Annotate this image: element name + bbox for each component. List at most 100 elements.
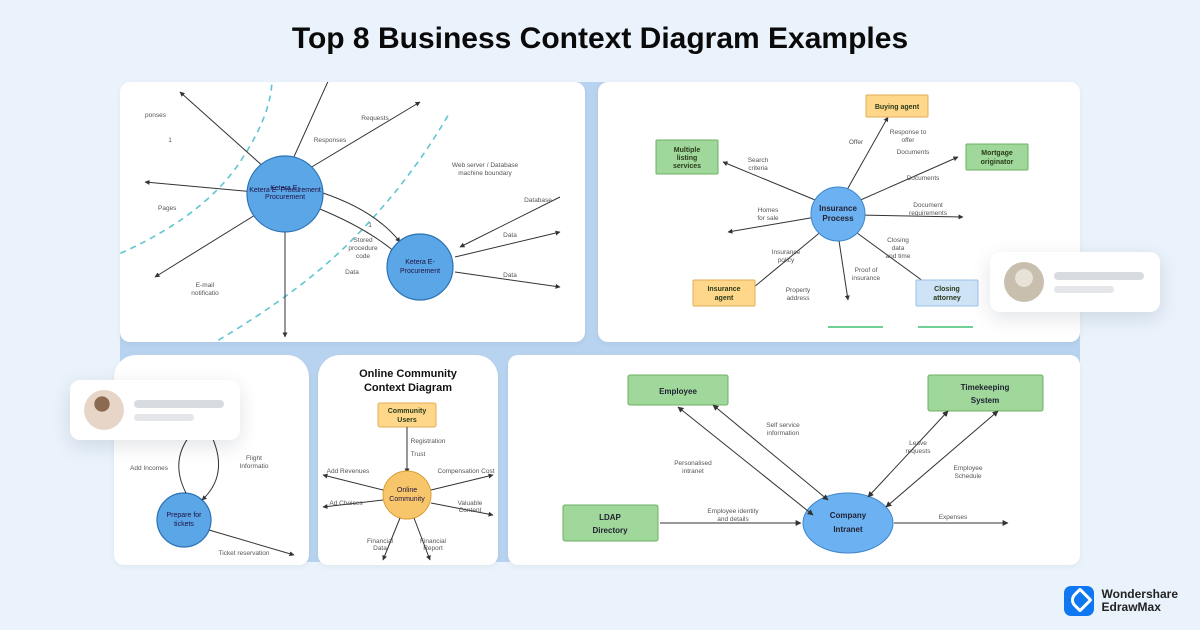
svg-text:Insurance: Insurance: [707, 286, 740, 293]
label-requests: Requests: [361, 115, 389, 122]
label-boundary-1: Web server / Database: [452, 162, 519, 169]
label-one-b: 1: [368, 222, 372, 229]
label-data-1: Data: [345, 269, 359, 276]
svg-text:policy: policy: [778, 257, 795, 264]
svg-text:Community: Community: [389, 496, 425, 503]
diagram-canvas: 1 1 Ketera E- Procurement Ketera E- Proc…: [120, 82, 1080, 562]
svg-text:Property: Property: [786, 287, 811, 294]
label-add-incomes: Add Incomes: [130, 465, 169, 472]
page-title: Top 8 Business Context Diagram Examples: [0, 0, 1200, 74]
svg-text:System: System: [971, 396, 999, 405]
node-ketera-2: [387, 234, 453, 300]
svg-text:Response to: Response to: [890, 129, 927, 136]
svg-text:requirements: requirements: [909, 210, 948, 217]
svg-text:requests: requests: [906, 448, 932, 455]
svg-text:Ketera E-: Ketera E-: [270, 185, 300, 192]
svg-text:offer: offer: [902, 137, 916, 144]
label-email-2: notificatio: [191, 290, 219, 297]
box-insurance-agent: [693, 280, 755, 306]
node-online-community: [383, 471, 431, 519]
svg-text:Company: Company: [830, 511, 867, 520]
svg-text:Self service: Self service: [766, 422, 800, 429]
svg-text:Closing: Closing: [887, 237, 909, 244]
box-timekeeping: [928, 375, 1043, 411]
svg-text:attorney: attorney: [933, 295, 961, 302]
label-boundary-2: machine boundary: [458, 170, 512, 177]
label-trust: Trust: [411, 451, 426, 458]
user-card-right: [990, 252, 1160, 312]
svg-text:Employee: Employee: [954, 465, 983, 472]
svg-text:tickets: tickets: [174, 521, 194, 528]
node-company-intranet: [803, 493, 893, 553]
svg-text:Document: Document: [913, 202, 943, 209]
svg-text:Online: Online: [397, 487, 417, 494]
svg-text:Users: Users: [397, 417, 417, 424]
svg-text:Multiple: Multiple: [674, 147, 701, 154]
svg-text:and details: and details: [717, 516, 749, 523]
label-ad-choices: Ad Choices: [329, 500, 363, 507]
placeholder-line: [1054, 286, 1114, 293]
label-ponses: ponses: [145, 112, 167, 119]
label-ticket-reservation: Ticket reservation: [218, 550, 269, 557]
placeholder-line: [134, 400, 224, 408]
avatar: [1004, 262, 1044, 302]
user-card-left: [70, 380, 240, 440]
box-ldap: [563, 505, 658, 541]
svg-text:Data: Data: [373, 545, 387, 552]
avatar: [84, 390, 124, 430]
svg-text:Search: Search: [748, 157, 769, 164]
svg-text:Online Community: Online Community: [359, 368, 458, 380]
svg-text:insurance: insurance: [852, 275, 881, 282]
box-closing-attorney: [916, 280, 978, 306]
node-prepare-tickets: [157, 493, 211, 547]
label-compensation: Compensation Cost: [437, 468, 494, 475]
svg-text:Prepare for: Prepare for: [166, 512, 202, 519]
label-email-1: E-mail: [196, 282, 215, 289]
svg-text:Flight: Flight: [246, 455, 262, 462]
svg-text:Leave: Leave: [909, 440, 927, 447]
svg-text:Procurement: Procurement: [400, 268, 440, 275]
svg-text:information: information: [767, 430, 800, 437]
label-data-3: Data: [503, 272, 517, 279]
svg-text:Financial: Financial: [367, 538, 394, 545]
placeholder-line: [1054, 272, 1144, 280]
svg-text:address: address: [786, 295, 810, 302]
label-documents: Documents: [897, 149, 931, 156]
svg-text:data: data: [892, 245, 905, 252]
box-buying-agent-label: Buying agent: [875, 104, 920, 111]
svg-text:Valuable: Valuable: [458, 500, 483, 507]
svg-text:Closing: Closing: [934, 286, 960, 293]
svg-text:Proof of: Proof of: [855, 267, 878, 274]
label-responses: Responses: [314, 137, 347, 144]
logo-icon: [1064, 586, 1094, 616]
placeholder-line: [134, 414, 194, 421]
logo-text-2: EdrawMax: [1102, 601, 1178, 614]
svg-text:Intranet: Intranet: [833, 525, 863, 534]
panel-online-community: Online Community Context Diagram Communi…: [318, 355, 498, 565]
svg-text:Documents: Documents: [907, 175, 941, 182]
label-offer: Offer: [849, 139, 864, 146]
svg-text:Schedule: Schedule: [954, 473, 981, 480]
svg-text:Mortgage: Mortgage: [981, 150, 1013, 157]
svg-text:and time: and time: [886, 253, 911, 260]
svg-text:listing: listing: [677, 155, 698, 162]
svg-text:Homes: Homes: [758, 207, 779, 214]
svg-text:Community: Community: [388, 408, 427, 415]
brand-logo: Wondershare EdrawMax: [1064, 586, 1178, 616]
svg-text:Context Diagram: Context Diagram: [364, 382, 452, 394]
svg-text:services: services: [673, 163, 701, 170]
label-data-2: Data: [503, 232, 517, 239]
svg-text:criteria: criteria: [748, 165, 768, 172]
svg-text:Ketera E-: Ketera E-: [405, 259, 435, 266]
panel-company-intranet: Employee TimekeepingSystem LDAPDirectory…: [508, 355, 1080, 565]
svg-text:Informatio: Informatio: [240, 463, 269, 470]
svg-text:Content: Content: [459, 507, 482, 514]
label-stored-2: procedure: [348, 245, 378, 252]
svg-text:Employee identity: Employee identity: [707, 508, 759, 515]
svg-text:originator: originator: [981, 159, 1014, 166]
svg-text:LDAP: LDAP: [599, 513, 621, 522]
svg-text:Directory: Directory: [592, 526, 628, 535]
label-database: Database: [524, 197, 552, 204]
svg-text:Insurance: Insurance: [772, 249, 801, 256]
svg-text:for sale: for sale: [757, 215, 779, 222]
